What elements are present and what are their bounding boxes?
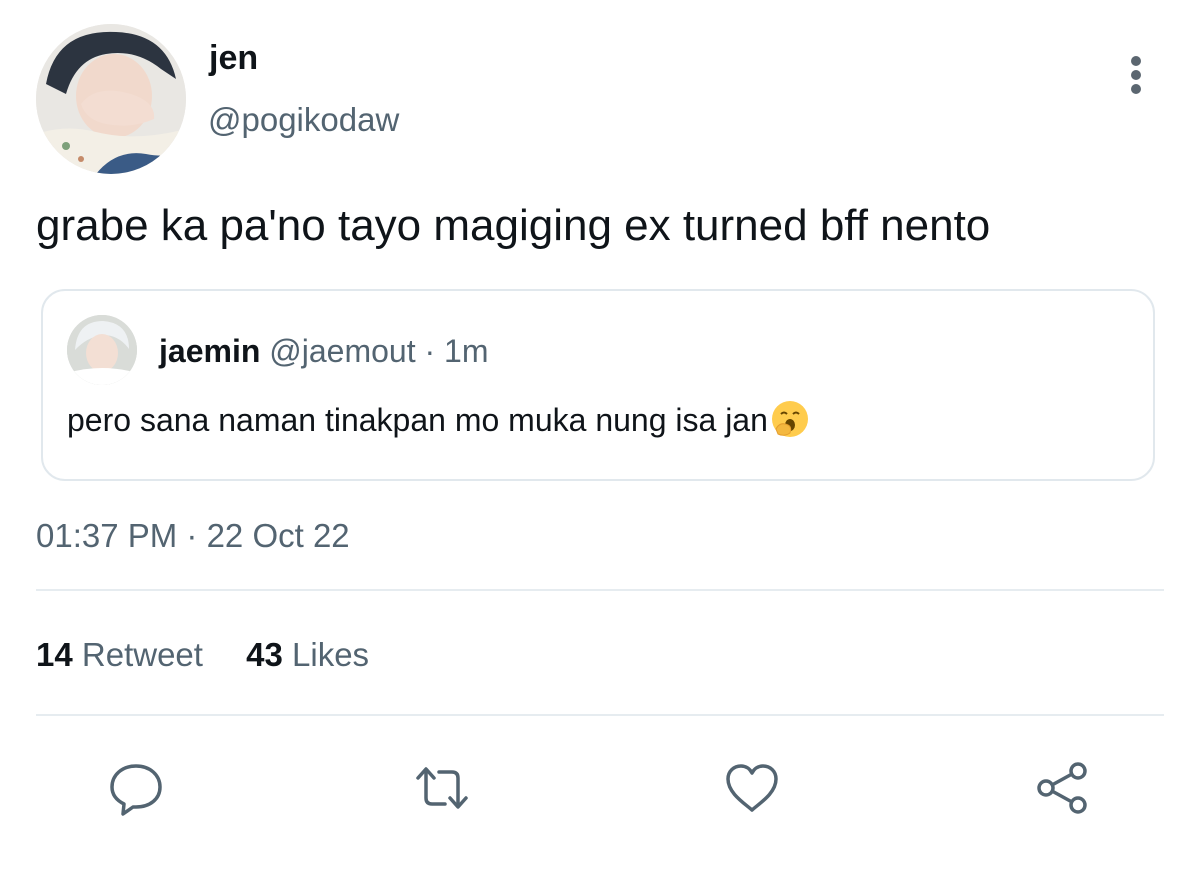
divider-bottom: [36, 714, 1164, 716]
retweet-icon[interactable]: [412, 758, 472, 818]
divider-top: [36, 589, 1164, 591]
heart-icon[interactable]: [722, 758, 782, 818]
retweets-count: 14: [36, 636, 73, 673]
author-avatar[interactable]: [36, 24, 186, 174]
yawning-face-emoji-icon: [771, 401, 808, 437]
likes-stat[interactable]: 43 Likes: [246, 635, 369, 675]
share-icon[interactable]: [1032, 758, 1092, 818]
quoted-tweet-time: 1m: [444, 333, 489, 369]
author-display-name[interactable]: jen: [209, 38, 258, 78]
likes-label: Likes: [292, 636, 370, 673]
retweets-label: Retweet: [81, 636, 203, 673]
likes-count: 43: [246, 636, 283, 673]
quoted-header-separator: ·: [424, 333, 436, 369]
quoted-tweet-header: jaemin @jaemout · 1m: [159, 331, 488, 371]
quoted-tweet-text-row: pero sana naman tinakpan mo muka nung is…: [67, 399, 810, 441]
tweet-timestamp: 01:37 PM · 22 Oct 22: [36, 517, 350, 554]
quoted-tweet-text: pero sana naman tinakpan mo muka nung is…: [67, 402, 768, 438]
more-options-icon[interactable]: [1116, 50, 1156, 96]
tweet-text: grabe ka pa'no tayo magiging ex turned b…: [36, 201, 991, 250]
retweets-stat[interactable]: 14 Retweet: [36, 635, 203, 675]
author-handle[interactable]: @pogikodaw: [208, 100, 399, 140]
quoted-author-avatar[interactable]: [67, 315, 137, 385]
quoted-tweet-card[interactable]: jaemin @jaemout · 1m pero sana naman tin…: [41, 289, 1155, 481]
reply-icon[interactable]: [106, 758, 166, 818]
quoted-author-handle[interactable]: @jaemout: [269, 333, 415, 369]
quoted-author-name[interactable]: jaemin: [159, 333, 260, 369]
tweet-stats: 14 Retweet 43 Likes: [36, 635, 403, 675]
